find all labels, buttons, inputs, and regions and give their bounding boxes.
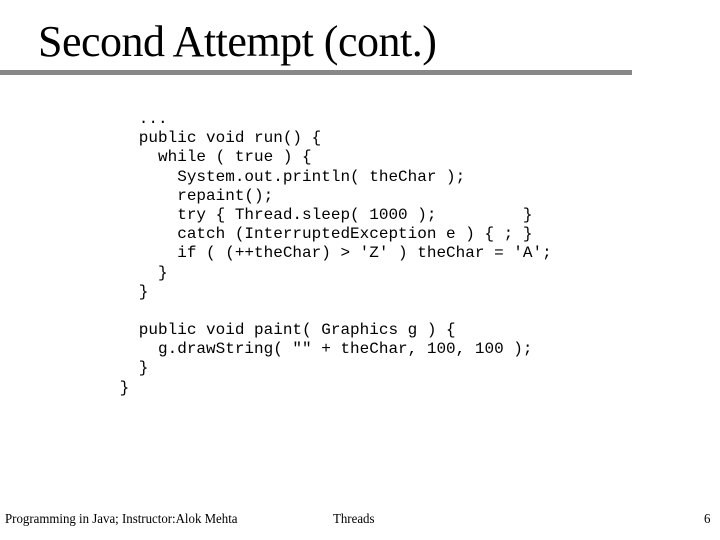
code-line: public void paint( Graphics g ) { — [110, 321, 456, 340]
code-line: g.drawString( "" + theChar, 100, 100 ); — [110, 340, 533, 359]
code-line: try { Thread.sleep( 1000 ); } — [110, 205, 533, 224]
footer-topic: Threads — [333, 512, 375, 527]
code-line: catch (InterruptedException e ) { ; } — [110, 225, 533, 244]
code-line: public void run() { — [110, 129, 322, 148]
footer-page-number: 6 — [704, 512, 711, 527]
code-line: } — [110, 359, 149, 378]
code-line: ... — [110, 110, 168, 128]
footer-course: Programming in Java; Instructor:Alok Meh… — [5, 512, 238, 527]
code-line: } — [110, 263, 168, 282]
code-line: if ( (++theChar) > 'Z' ) theChar = 'A'; — [110, 244, 552, 263]
slide-title: Second Attempt (cont.) — [38, 17, 437, 66]
code-line: while ( true ) { — [110, 148, 312, 167]
code-line: } — [110, 378, 130, 397]
code-block: ... public void run() { while ( true ) {… — [110, 110, 552, 398]
code-line: } — [110, 282, 149, 301]
title-underline-rule — [0, 70, 632, 75]
code-line: repaint(); — [110, 186, 274, 205]
code-line: System.out.println( theChar ); — [110, 167, 466, 186]
